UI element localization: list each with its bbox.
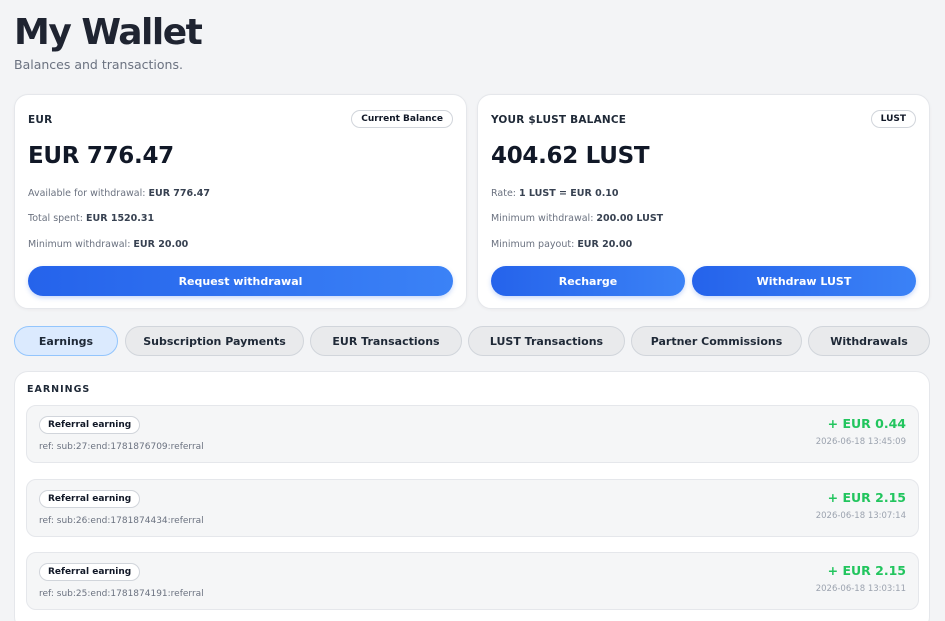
lust-balance-card: YOUR $LUST BALANCE LUST 404.62 LUST Rate… <box>477 94 930 309</box>
transaction-date: 2026-06-18 13:45:09 <box>815 437 906 447</box>
lust-min-withdrawal-label: Minimum withdrawal: <box>491 213 594 224</box>
transaction-row[interactable]: Referral earning ref: sub:27:end:1781876… <box>26 405 919 463</box>
transaction-amount: + EUR 2.15 <box>827 563 906 578</box>
tab-earnings[interactable]: Earnings <box>14 326 118 356</box>
eur-card-label: EUR <box>28 114 53 126</box>
transaction-row[interactable]: Referral earning ref: sub:25:end:1781874… <box>26 552 919 610</box>
transaction-ref: ref: sub:27:end:1781876709:referral <box>39 442 204 452</box>
lust-min-payout-label: Minimum payout: <box>491 239 575 250</box>
lust-min-payout-row: Minimum payout: EUR 20.00 <box>491 239 632 250</box>
request-withdrawal-button[interactable]: Request withdrawal <box>28 266 453 296</box>
transaction-type-badge: Referral earning <box>39 416 141 434</box>
transaction-amount: + EUR 0.44 <box>827 416 906 431</box>
lust-card-label: YOUR $LUST BALANCE <box>491 114 627 126</box>
earnings-panel: EARNINGS Referral earning ref: sub:27:en… <box>14 371 930 621</box>
transaction-row[interactable]: Referral earning ref: sub:26:end:1781874… <box>26 479 919 537</box>
lust-rate-label: Rate: <box>491 188 516 199</box>
transaction-type-badge: Referral earning <box>39 563 141 581</box>
eur-available-label: Available for withdrawal: <box>28 188 146 199</box>
earnings-section-title: EARNINGS <box>27 384 91 395</box>
tab-withdrawals[interactable]: Withdrawals <box>808 326 930 356</box>
eur-available-value: EUR 776.47 <box>148 188 210 199</box>
tab-eur-transactions[interactable]: EUR Transactions <box>310 326 462 356</box>
eur-min-withdrawal-label: Minimum withdrawal: <box>28 239 131 250</box>
transaction-type-badge: Referral earning <box>39 490 141 508</box>
tab-subscription-payments[interactable]: Subscription Payments <box>125 326 304 356</box>
eur-balance-card: EUR Current Balance EUR 776.47 Available… <box>14 94 467 309</box>
page-subtitle: Balances and transactions. <box>14 57 183 72</box>
lust-rate-value: 1 LUST = EUR 0.10 <box>519 188 619 199</box>
page-title: My Wallet <box>14 12 203 53</box>
eur-min-withdrawal-row: Minimum withdrawal: EUR 20.00 <box>28 239 188 250</box>
transaction-date: 2026-06-18 13:03:11 <box>815 584 906 594</box>
eur-total-spent-row: Total spent: EUR 1520.31 <box>28 213 154 224</box>
tab-partner-commissions[interactable]: Partner Commissions <box>631 326 802 356</box>
eur-balance-amount: EUR 776.47 <box>28 143 174 169</box>
lust-min-withdrawal-value: 200.00 LUST <box>596 213 664 224</box>
transaction-date: 2026-06-18 13:07:14 <box>815 511 906 521</box>
lust-balance-amount: 404.62 LUST <box>491 143 650 169</box>
eur-min-withdrawal-value: EUR 20.00 <box>133 239 189 250</box>
lust-min-payout-value: EUR 20.00 <box>577 239 633 250</box>
lust-min-withdrawal-row: Minimum withdrawal: 200.00 LUST <box>491 213 663 224</box>
recharge-button[interactable]: Recharge <box>491 266 685 296</box>
lust-rate-row: Rate: 1 LUST = EUR 0.10 <box>491 188 619 199</box>
transaction-ref: ref: sub:26:end:1781874434:referral <box>39 516 204 526</box>
current-balance-badge: Current Balance <box>351 110 453 128</box>
eur-available-row: Available for withdrawal: EUR 776.47 <box>28 188 210 199</box>
eur-total-spent-value: EUR 1520.31 <box>86 213 155 224</box>
tab-lust-transactions[interactable]: LUST Transactions <box>468 326 625 356</box>
eur-total-spent-label: Total spent: <box>28 213 83 224</box>
withdraw-lust-button[interactable]: Withdraw LUST <box>692 266 916 296</box>
transaction-ref: ref: sub:25:end:1781874191:referral <box>39 589 204 599</box>
transaction-amount: + EUR 2.15 <box>827 490 906 505</box>
lust-badge: LUST <box>870 110 916 128</box>
